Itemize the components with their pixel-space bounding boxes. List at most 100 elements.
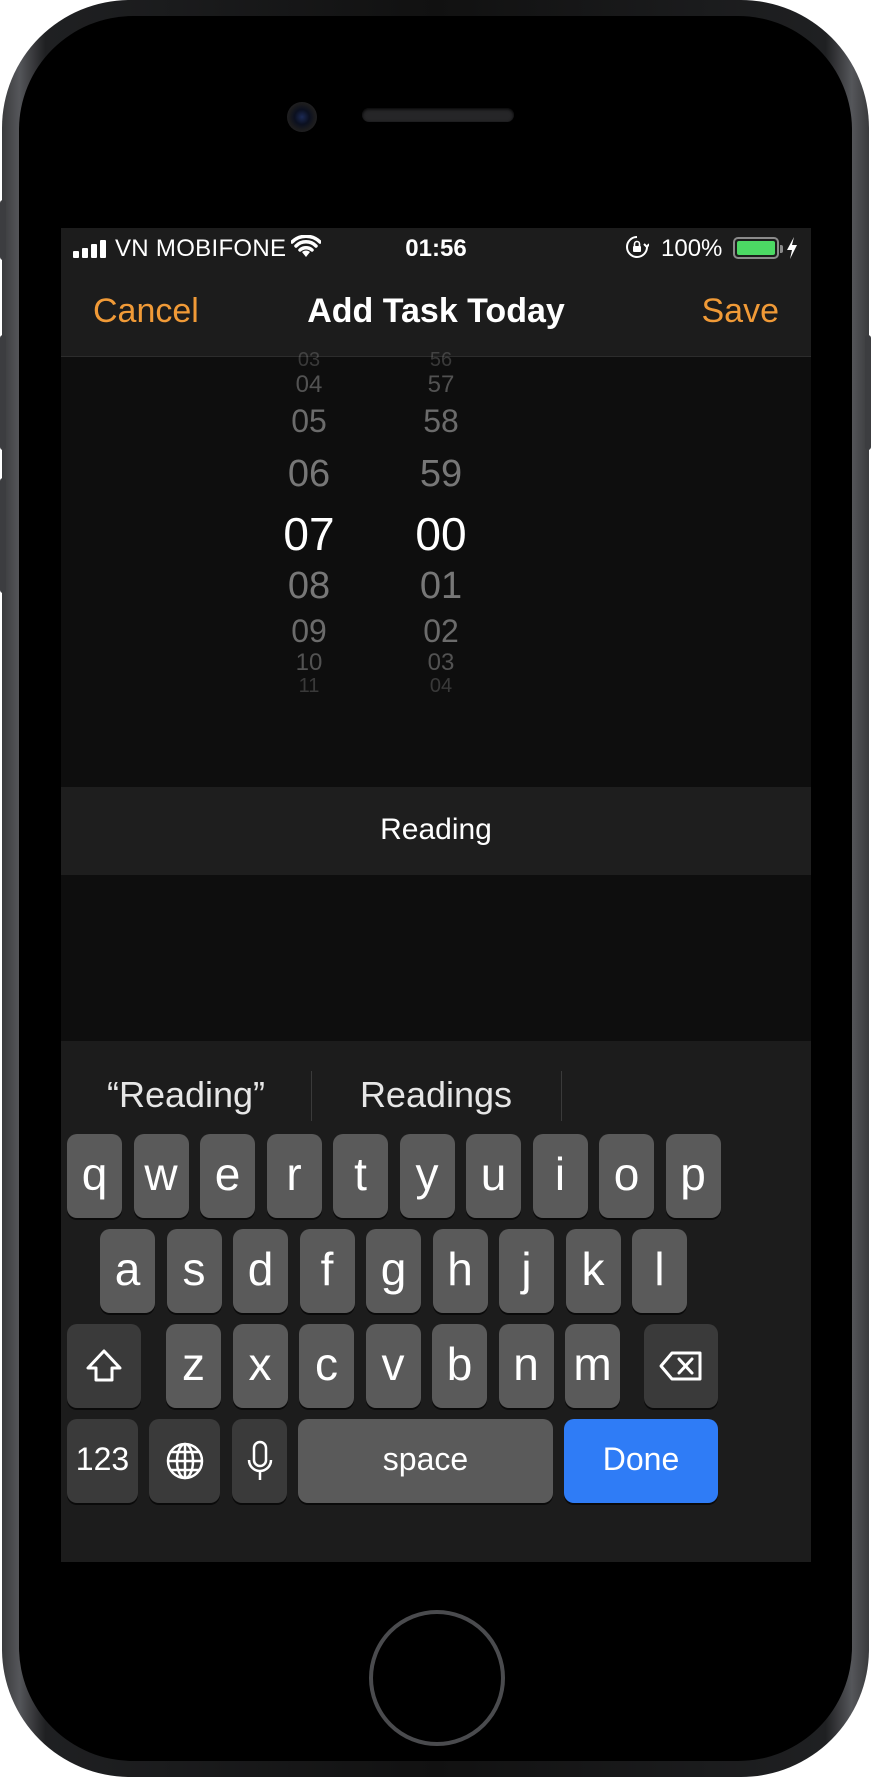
- shift-icon: [86, 1349, 122, 1382]
- app-screen: VN MOBIFONE 01:56 100% Cancel Add Task T…: [61, 228, 811, 1562]
- minute-option[interactable]: 58: [371, 403, 511, 440]
- key-label: y: [415, 1148, 439, 1200]
- key-label: o: [613, 1148, 640, 1200]
- key-l[interactable]: l: [632, 1229, 687, 1313]
- hour-option[interactable]: 10: [239, 649, 379, 677]
- keyboard: “Reading” Readings qwertyuiop asdfghjkl …: [61, 1041, 811, 1562]
- front-camera: [287, 102, 317, 132]
- minute-option[interactable]: 59: [371, 453, 511, 496]
- hour-option[interactable]: 09: [239, 613, 379, 650]
- key-k[interactable]: k: [565, 1229, 621, 1313]
- key-s[interactable]: s: [166, 1229, 222, 1313]
- battery-nub: [780, 245, 783, 253]
- minute-wheel[interactable]: 56 57 58 59 00 01 02 03 04: [371, 349, 511, 787]
- key-c[interactable]: c: [299, 1324, 354, 1408]
- minute-option[interactable]: 04: [371, 675, 511, 698]
- done-button[interactable]: Done: [564, 1419, 718, 1503]
- hour-option[interactable]: 08: [239, 565, 379, 608]
- key-z[interactable]: z: [166, 1324, 221, 1408]
- key-label: x: [248, 1338, 272, 1390]
- home-button[interactable]: [369, 1610, 505, 1746]
- hour-wheel[interactable]: 03 04 05 06 07 08 09 10 11: [239, 349, 379, 787]
- key-a[interactable]: a: [100, 1229, 155, 1313]
- key-h[interactable]: h: [432, 1229, 488, 1313]
- done-button-label: Done: [602, 1441, 680, 1477]
- key-y[interactable]: y: [399, 1134, 455, 1218]
- minute-option[interactable]: 02: [371, 613, 511, 650]
- status-bar: VN MOBIFONE 01:56 100%: [61, 228, 811, 268]
- key-label: l: [654, 1243, 665, 1295]
- key-d[interactable]: d: [233, 1229, 288, 1313]
- hour-option[interactable]: 03: [239, 349, 379, 372]
- orientation-lock-icon: [626, 236, 649, 258]
- key-label: q: [81, 1148, 108, 1200]
- key-q[interactable]: q: [67, 1134, 122, 1218]
- volume-down-button: [0, 478, 6, 593]
- key-label: b: [446, 1338, 473, 1390]
- key-label: r: [286, 1148, 302, 1200]
- key-o[interactable]: o: [599, 1134, 654, 1218]
- hour-option[interactable]: 05: [239, 403, 379, 440]
- key-label: w: [144, 1148, 178, 1200]
- key-g[interactable]: g: [366, 1229, 421, 1313]
- navigation-bar: Cancel Add Task Today Save: [61, 268, 811, 357]
- globe-key[interactable]: [149, 1419, 220, 1503]
- key-label: k: [581, 1243, 605, 1295]
- key-w[interactable]: w: [133, 1134, 189, 1218]
- ringer-switch: [0, 200, 6, 260]
- backspace-key[interactable]: [644, 1324, 718, 1408]
- key-label: u: [480, 1148, 507, 1200]
- microphone-key[interactable]: [232, 1419, 287, 1503]
- key-n[interactable]: n: [498, 1324, 554, 1408]
- key-label: m: [573, 1338, 612, 1390]
- suggestion-2[interactable]: Readings: [311, 1041, 561, 1149]
- key-label: v: [381, 1338, 405, 1390]
- hour-option[interactable]: 11: [239, 675, 379, 698]
- key-m[interactable]: m: [565, 1324, 620, 1408]
- shift-key[interactable]: [67, 1324, 141, 1408]
- task-name-value: Reading: [380, 813, 492, 846]
- key-label: f: [320, 1243, 334, 1295]
- key-i[interactable]: i: [532, 1134, 588, 1218]
- hour-option[interactable]: 06: [239, 453, 379, 496]
- key-u[interactable]: u: [466, 1134, 521, 1218]
- task-name-input[interactable]: Reading: [61, 787, 811, 875]
- key-label: t: [354, 1148, 367, 1200]
- key-label: h: [447, 1243, 473, 1295]
- battery-icon: [733, 237, 783, 259]
- power-button: [865, 335, 871, 450]
- key-j[interactable]: j: [499, 1229, 554, 1313]
- minute-option[interactable]: 57: [371, 371, 511, 399]
- hour-option[interactable]: 07: [239, 507, 379, 561]
- space-key[interactable]: space: [298, 1419, 553, 1503]
- key-label: d: [247, 1243, 274, 1295]
- key-label: j: [521, 1243, 532, 1295]
- key-b[interactable]: b: [432, 1324, 487, 1408]
- minute-option[interactable]: 56: [371, 349, 511, 372]
- key-x[interactable]: x: [232, 1324, 288, 1408]
- key-label: z: [182, 1338, 205, 1390]
- key-r[interactable]: r: [266, 1134, 322, 1218]
- minute-option[interactable]: 00: [371, 507, 511, 561]
- suggestion-1[interactable]: “Reading”: [61, 1041, 311, 1149]
- key-label: n: [513, 1338, 539, 1390]
- key-t[interactable]: t: [333, 1134, 388, 1218]
- save-button[interactable]: Save: [702, 292, 780, 331]
- key-e[interactable]: e: [200, 1134, 255, 1218]
- numbers-key[interactable]: 123: [67, 1419, 138, 1503]
- minute-option[interactable]: 03: [371, 649, 511, 677]
- minute-option[interactable]: 01: [371, 565, 511, 608]
- time-picker[interactable]: 03 04 05 06 07 08 09 10 11 56 57 58 59 00 01 02 03 04: [61, 349, 811, 787]
- key-label: s: [182, 1243, 206, 1295]
- hour-option[interactable]: 04: [239, 371, 379, 399]
- key-p[interactable]: p: [665, 1134, 721, 1218]
- key-label: e: [214, 1148, 241, 1200]
- microphone-icon: [247, 1440, 272, 1480]
- key-v[interactable]: v: [365, 1324, 421, 1408]
- battery-fill: [737, 241, 775, 255]
- suggestion-3[interactable]: [561, 1041, 811, 1149]
- key-label: g: [380, 1243, 407, 1295]
- space-key-label: space: [382, 1441, 469, 1477]
- key-f[interactable]: f: [299, 1229, 355, 1313]
- numbers-key-label: 123: [75, 1441, 130, 1477]
